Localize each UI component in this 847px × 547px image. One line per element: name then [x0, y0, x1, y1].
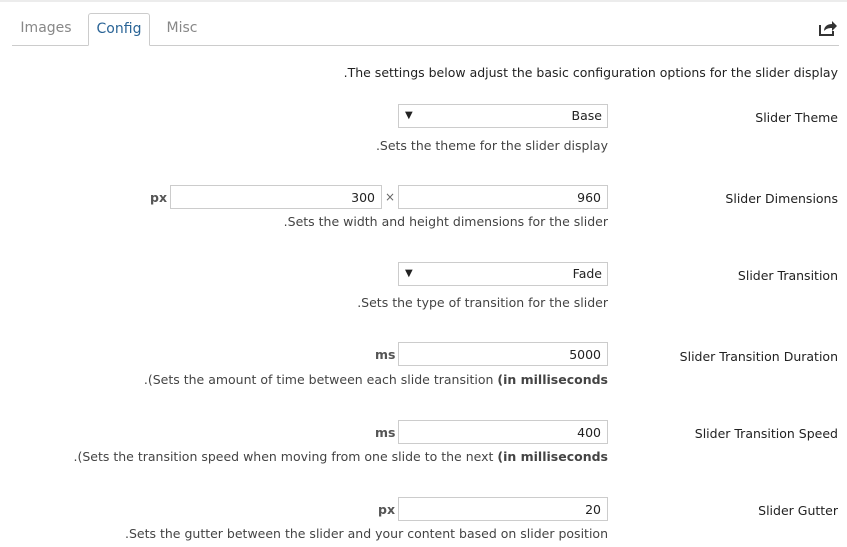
dropdown-caret-icon: ▼ [405, 268, 413, 279]
label-slider-dimensions: Slider Dimensions [725, 191, 838, 206]
tab-images[interactable]: Images [12, 13, 80, 44]
help-slider-transition-duration: .(Sets the amount of time between each s… [144, 372, 608, 387]
dimensions-height-input[interactable] [170, 185, 382, 209]
intro-text: .The settings below adjust the basic con… [343, 65, 838, 80]
gutter-input[interactable] [398, 497, 608, 521]
help-slider-gutter: .Sets the gutter between the slider and … [124, 526, 608, 541]
dimensions-width-input[interactable] [398, 185, 608, 209]
label-slider-theme: Slider Theme [755, 110, 838, 125]
tab-config[interactable]: Config [88, 13, 150, 46]
tab-misc[interactable]: Misc [156, 13, 208, 44]
duration-input[interactable] [398, 342, 608, 366]
gutter-unit: px [378, 502, 396, 517]
label-slider-transition-duration: Slider Transition Duration [679, 349, 838, 364]
help-slider-transition-speed: .(Sets the transition speed when moving … [73, 449, 608, 464]
dimensions-separator: × [385, 190, 396, 204]
transition-select[interactable]: ▼ Fade [398, 262, 608, 286]
top-border [0, 0, 847, 2]
label-slider-transition: Slider Transition [737, 268, 838, 283]
speed-unit: ms [375, 425, 396, 440]
help-slider-theme: .Sets the theme for the slider display [375, 138, 608, 153]
share-arrow-icon[interactable] [818, 19, 838, 37]
label-slider-transition-speed: Slider Transition Speed [694, 426, 838, 441]
help-slider-transition: .Sets the type of transition for the sli… [357, 295, 608, 310]
label-slider-gutter: Slider Gutter [758, 503, 838, 518]
theme-select[interactable]: ▼ Base [398, 104, 608, 128]
dimensions-unit: px [150, 190, 168, 205]
duration-unit: ms [375, 347, 396, 362]
tab-bar: Images Config Misc [12, 13, 839, 46]
theme-select-value: Base [571, 108, 602, 123]
help-speed-text: .(Sets the transition speed when moving … [73, 449, 494, 464]
help-slider-dimensions: .Sets the width and height dimensions fo… [283, 214, 608, 229]
speed-input[interactable] [398, 420, 608, 444]
help-duration-bold: (in milliseconds [497, 372, 608, 387]
help-speed-bold: (in milliseconds [497, 449, 608, 464]
dropdown-caret-icon: ▼ [405, 110, 413, 121]
help-duration-text: .(Sets the amount of time between each s… [143, 372, 494, 387]
transition-select-value: Fade [572, 266, 602, 281]
